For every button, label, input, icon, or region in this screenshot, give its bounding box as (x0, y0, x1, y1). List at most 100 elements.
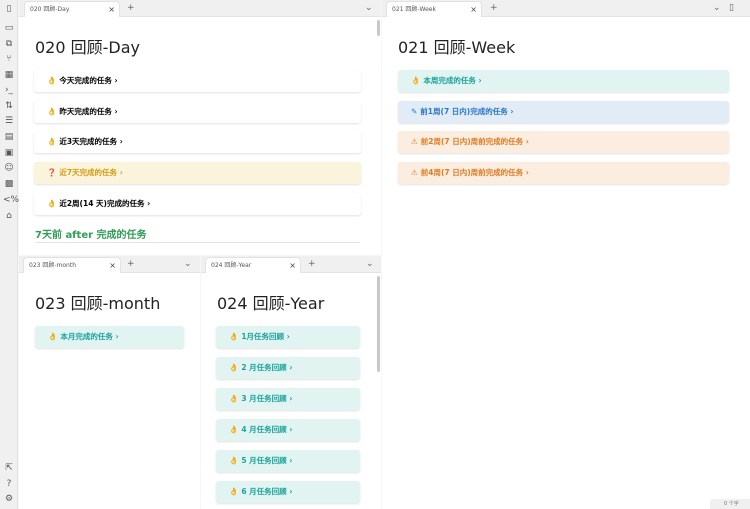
callout-label: 近2周(14 天)完成的任务 (59, 199, 145, 208)
callout-card[interactable]: 👌 本周完成的任务 › (398, 70, 729, 92)
tab-bar: 021 回顾-Week × + ⌄ ▯ (382, 0, 750, 17)
tab-label: 024 回顾-Year (211, 262, 252, 269)
tab-list-dropdown-icon[interactable]: ⌄ (184, 257, 192, 272)
ok-hand-icon: 👌 (47, 137, 57, 146)
ok-hand-icon: 👌 (229, 487, 239, 496)
page-title: 024 回顾-Year (217, 294, 325, 313)
close-icon[interactable]: × (470, 2, 477, 17)
callout-label: 3 月任务回顾 (241, 394, 287, 403)
callout-card[interactable]: 👌 本月完成的任务 › (35, 326, 184, 348)
page-title: 020 回顾-Day (35, 38, 140, 57)
callout-label: 今天完成的任务 (59, 76, 112, 85)
page-title: 021 回顾-Week (398, 38, 516, 57)
tab-day[interactable]: 020 回顾-Day × (24, 1, 120, 17)
chevron-right-icon: › (114, 76, 118, 85)
callout-card[interactable]: 👌 昨天完成的任务 › (34, 101, 361, 123)
terminal-icon[interactable]: ›_ (3, 84, 15, 96)
database-icon[interactable]: ☰ (3, 115, 15, 127)
page-title: 023 回顾-month (35, 294, 161, 313)
divider (35, 242, 360, 243)
scrollbar[interactable] (377, 20, 380, 36)
status-bar: 0 个字 (710, 499, 750, 509)
callout-card[interactable]: ⚠ 前2周(7 日内)周前完成的任务 › (398, 131, 729, 153)
callout-label: 近3天完成的任务 (59, 137, 118, 146)
pencil-icon: ✎ (411, 107, 418, 116)
file-explorer-icon[interactable]: ▭ (3, 22, 15, 34)
warning-icon: ⚠ (411, 168, 418, 177)
left-ribbon: ▯ ▭ ⧉ ⑂ ▦ ›_ ⇅ ☰ ▤ ▣ ☺ ▩ <% ⌂ ⇱ ? ⚙ (0, 0, 19, 509)
ok-hand-icon: 👌 (229, 363, 239, 372)
copy-icon[interactable]: ⧉ (3, 38, 15, 50)
scrollbar[interactable] (377, 276, 380, 372)
ok-hand-icon: 👌 (47, 199, 57, 208)
callout-label: 2 月任务回顾 (241, 363, 287, 372)
callout-label: 近7天完成的任务 (59, 168, 118, 177)
ok-hand-icon: 👌 (411, 76, 421, 85)
chevron-right-icon: › (289, 456, 293, 465)
callout-label: 4 月任务回顾 (241, 425, 287, 434)
section-heading: 7天前 after 完成的任务 (35, 230, 147, 241)
chevron-right-icon: › (147, 199, 151, 208)
chevron-right-icon: › (478, 76, 482, 85)
tab-bar: 023 回顾-month × + ⌄ (19, 256, 200, 273)
callout-card[interactable]: 👌 2 月任务回顾 › (216, 357, 360, 379)
tab-bar: 020 回顾-Day × + ⌄ (19, 0, 381, 17)
callout-card[interactable]: ⚠ 前4周(7 日内)周前完成的任务 › (398, 162, 729, 184)
new-tab-button[interactable]: + (127, 1, 135, 16)
export-icon[interactable]: ⇱ (3, 462, 15, 474)
ok-hand-icon: 👌 (229, 456, 239, 465)
new-tab-button[interactable]: + (308, 257, 316, 272)
close-icon[interactable]: × (289, 258, 296, 273)
graph-icon[interactable]: ⑂ (3, 53, 15, 65)
tab-list-dropdown-icon[interactable]: ⌄ (365, 1, 373, 16)
calendar-icon[interactable]: ▦ (3, 69, 15, 81)
smile-icon[interactable]: ☺ (3, 162, 15, 174)
ok-hand-icon: 👌 (229, 394, 239, 403)
callout-card[interactable]: 👌 3 月任务回顾 › (216, 388, 360, 410)
percent-code-icon[interactable]: <% (3, 194, 19, 206)
tab-list-dropdown-icon[interactable]: ⌄ (713, 1, 721, 16)
home-icon[interactable]: ⌂ (3, 210, 15, 222)
chevron-right-icon: › (525, 137, 529, 146)
callout-label: 本月完成的任务 (60, 332, 113, 341)
chevron-right-icon: › (289, 394, 293, 403)
callout-card[interactable]: 👌 5 月任务回顾 › (216, 450, 360, 472)
ok-hand-icon: 👌 (47, 107, 57, 116)
sidebar-toggle-icon[interactable]: ▯ (3, 3, 15, 15)
callout-card[interactable]: 👌 1月任务回顾 › (216, 326, 360, 348)
new-tab-button[interactable]: + (127, 257, 135, 272)
pane-year: 024 回顾-Year × + ⌄ 024 回顾-Year 👌 1月任务回顾 › … (201, 256, 381, 509)
tab-year[interactable]: 024 回顾-Year × (205, 257, 301, 273)
callout-label: 1月任务回顾 (241, 332, 285, 341)
callout-card[interactable]: 👌 6 月任务回顾 › (216, 481, 360, 503)
callout-card[interactable]: 👌 近3天完成的任务 › (34, 131, 361, 153)
tab-label: 020 回顾-Day (30, 6, 70, 13)
callout-card[interactable]: ❓ 近7天完成的任务 › (34, 162, 361, 184)
callout-card[interactable]: ✎ 前1周(7 日内)完成的任务 › (398, 101, 729, 123)
chevron-right-icon: › (286, 332, 290, 341)
layout-icon[interactable]: ▤ (3, 131, 15, 143)
sort-icon[interactable]: ⇅ (3, 100, 15, 112)
warning-icon: ⚠ (411, 137, 418, 146)
callout-card[interactable]: 👌 近2周(14 天)完成的任务 › (34, 193, 361, 215)
right-sidebar-toggle-icon[interactable]: ▯ (729, 1, 734, 16)
new-tab-button[interactable]: + (490, 1, 498, 16)
tab-week[interactable]: 021 回顾-Week × (386, 1, 482, 17)
callout-label: 5 月任务回顾 (241, 456, 287, 465)
close-icon[interactable]: × (108, 2, 115, 17)
tab-bar: 024 回顾-Year × + ⌄ (201, 256, 381, 273)
image-icon[interactable]: ▩ (3, 178, 15, 190)
callout-card[interactable]: 👌 4 月任务回顾 › (216, 419, 360, 441)
pane-day: 020 回顾-Day × + ⌄ 020 回顾-Day 👌 今天完成的任务 › 👌… (19, 0, 381, 255)
tab-month[interactable]: 023 回顾-month × (23, 257, 121, 273)
pane-month: 023 回顾-month × + ⌄ 023 回顾-month 👌 本月完成的任务… (19, 256, 200, 509)
tab-list-dropdown-icon[interactable]: ⌄ (366, 257, 374, 272)
callout-card[interactable]: 👌 今天完成的任务 › (34, 70, 361, 92)
chevron-right-icon: › (119, 168, 123, 177)
canvas-icon[interactable]: ▣ (3, 147, 15, 159)
chevron-right-icon: › (115, 332, 119, 341)
callout-label: 前1周(7 日内)完成的任务 (420, 107, 508, 116)
close-icon[interactable]: × (109, 258, 116, 273)
settings-icon[interactable]: ⚙ (3, 493, 15, 505)
help-icon[interactable]: ? (3, 478, 15, 490)
